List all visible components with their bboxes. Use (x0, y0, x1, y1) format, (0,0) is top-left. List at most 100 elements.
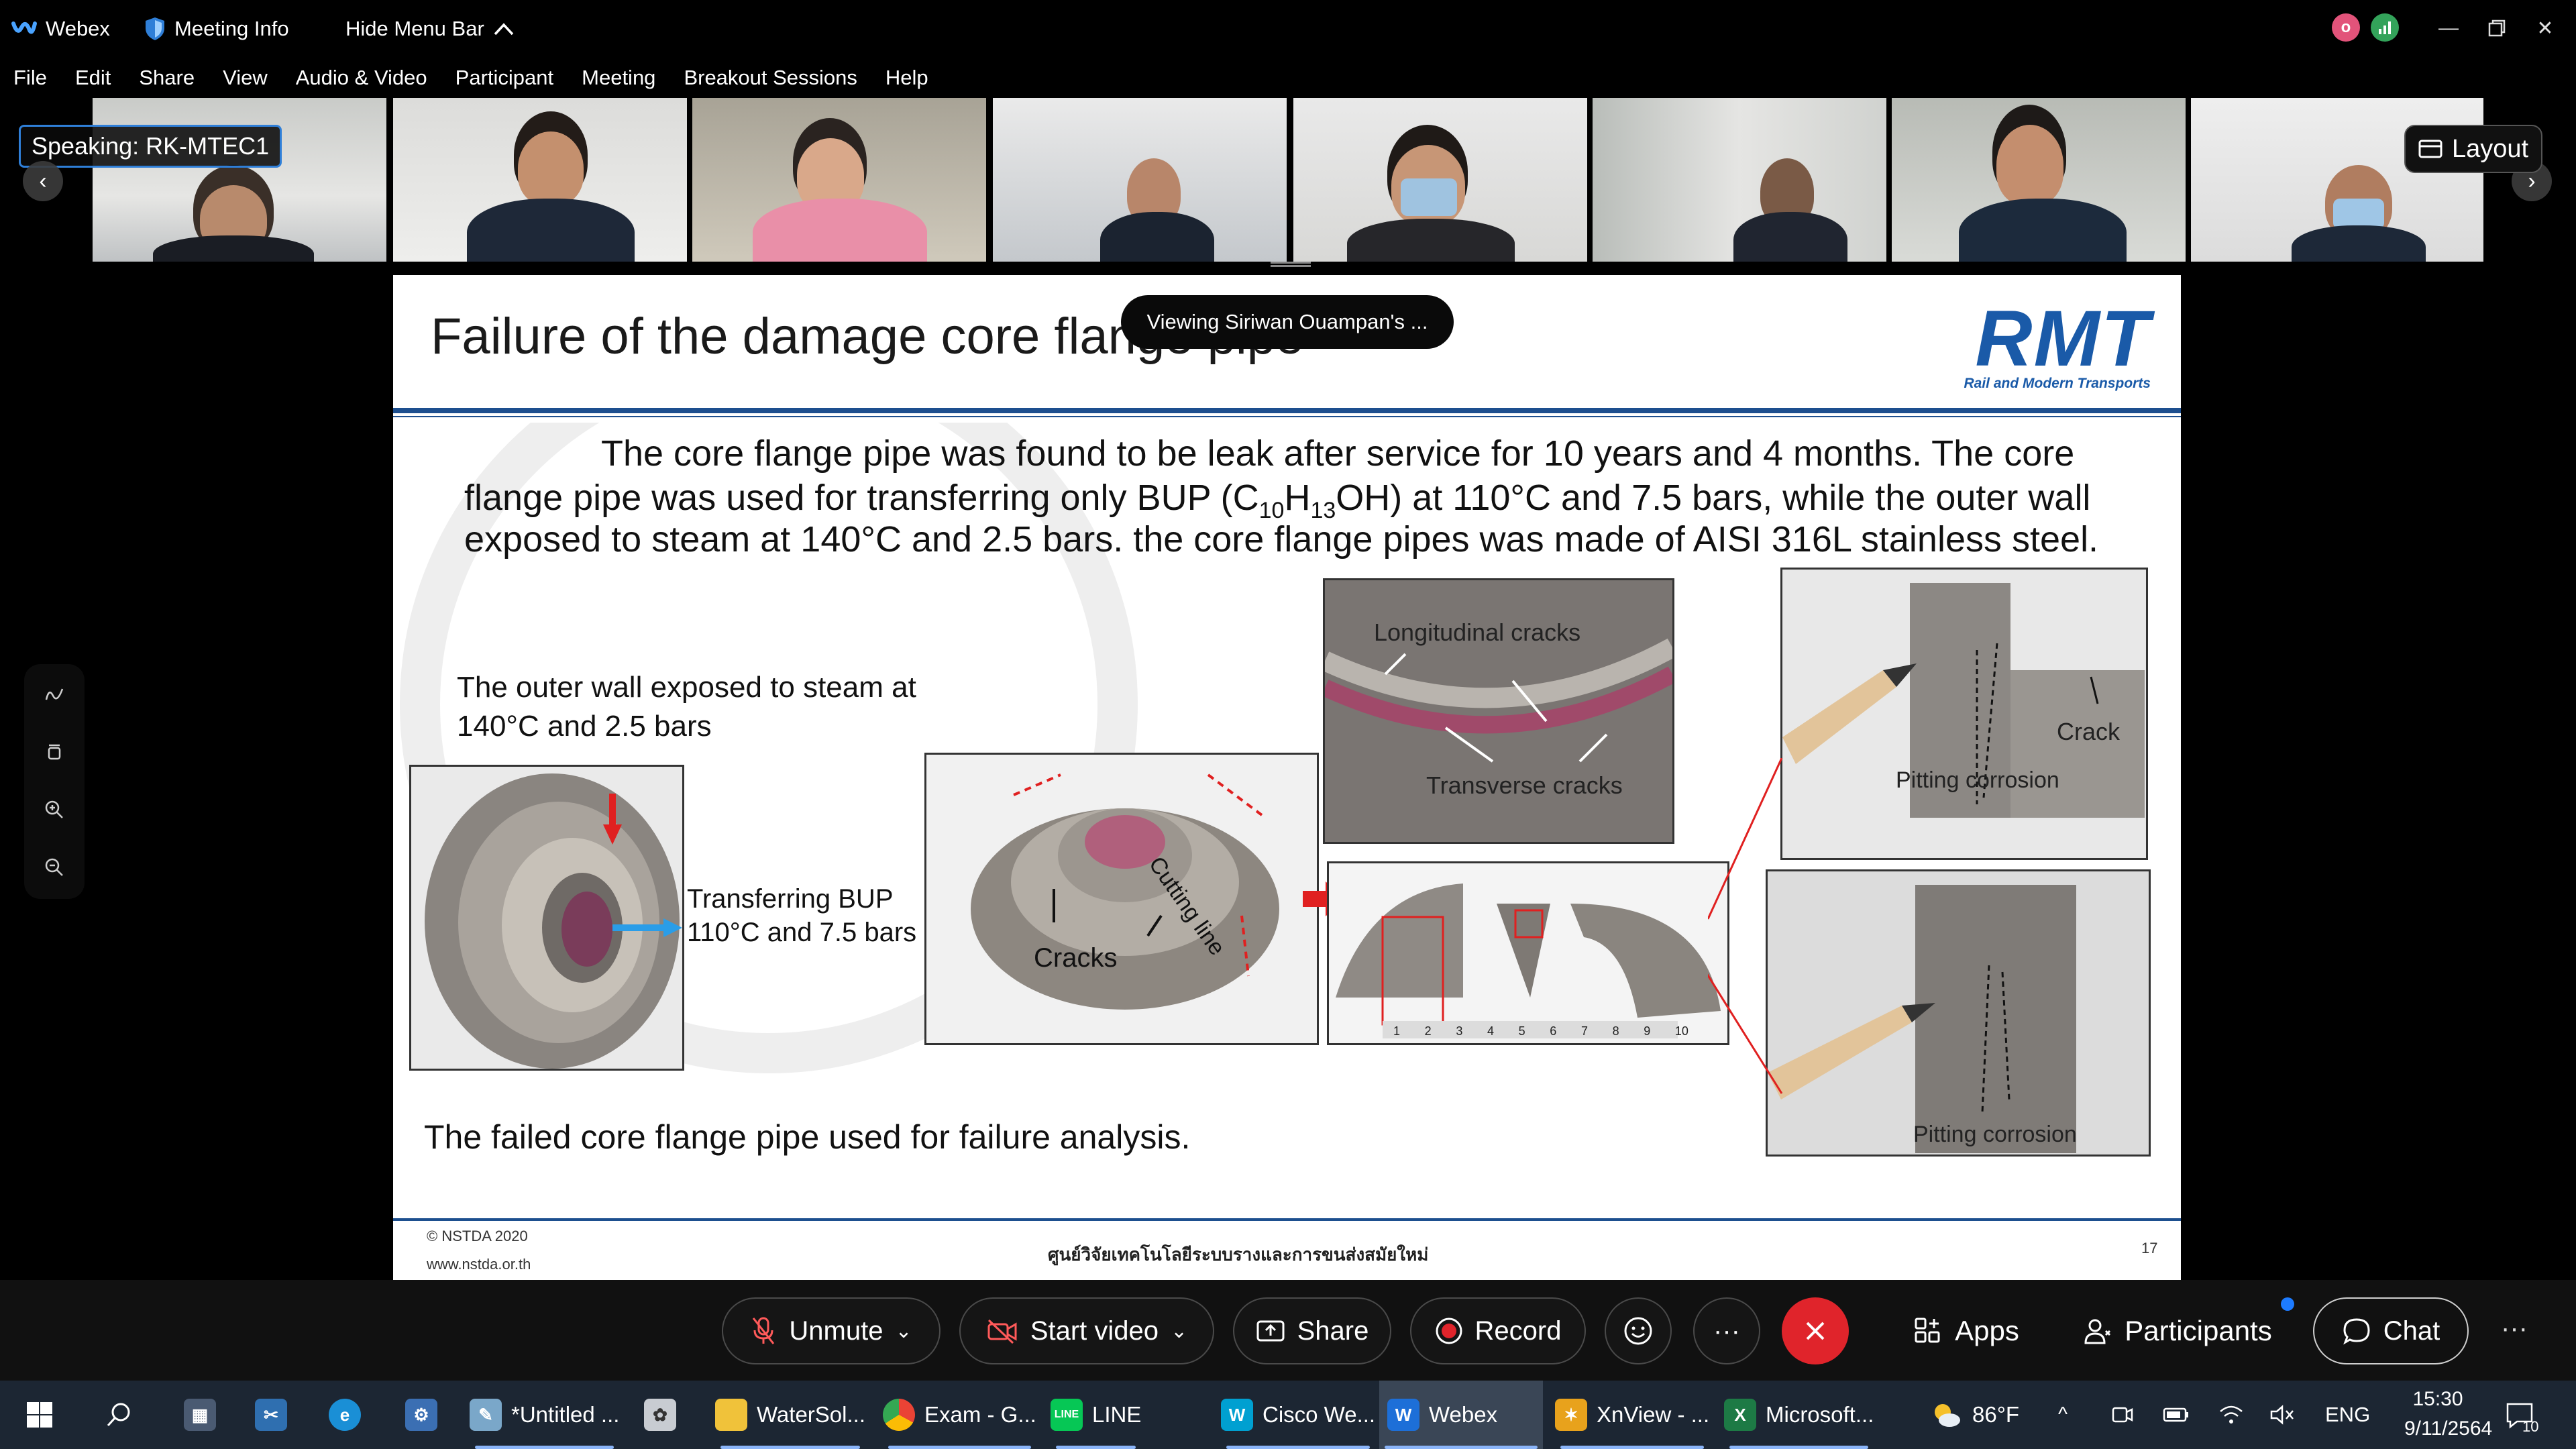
taskbar-item-label: *Untitled ... (511, 1402, 620, 1427)
taskbar-file-explorer[interactable]: WaterSol... (715, 1381, 865, 1449)
taskbar-line[interactable]: LINE LINE (1051, 1381, 1141, 1449)
input-language[interactable]: ENG (2325, 1381, 2370, 1449)
unmute-button[interactable]: Unmute ⌄ (722, 1297, 941, 1364)
restore-icon[interactable] (2477, 8, 2517, 48)
search-icon[interactable] (105, 1381, 133, 1449)
video-tile[interactable] (393, 98, 687, 262)
chat-button[interactable]: Chat (2313, 1297, 2469, 1364)
taskbar-excel[interactable]: X Microsoft... (1724, 1381, 1874, 1449)
transfer-label: 110°C and 7.5 bars (687, 918, 917, 947)
meeting-info-button[interactable]: Meeting Info (144, 0, 289, 58)
notifications-button[interactable]: 10 (2504, 1381, 2539, 1449)
chevron-left-icon[interactable]: ‹ (23, 161, 63, 201)
outer-wall-label: The outer wall exposed to steam at (457, 671, 916, 704)
pitting-illustration (1768, 885, 2076, 1153)
rmt-logo-subtitle: Rail and Modern Transports (1964, 376, 2151, 391)
end-call-button[interactable] (1782, 1297, 1849, 1364)
chevron-down-icon[interactable]: ⌄ (895, 1320, 912, 1343)
cracked-flange-photo (924, 753, 1319, 1045)
pitting-corrosion-label: Pitting corrosion (1896, 767, 2059, 793)
video-tile[interactable] (692, 98, 986, 262)
zoom-in-icon[interactable] (39, 794, 70, 825)
start-video-button[interactable]: Start video ⌄ (959, 1297, 1214, 1364)
apps-label: Apps (1955, 1315, 2019, 1346)
start-button[interactable] (25, 1381, 54, 1449)
reactions-button[interactable] (1605, 1297, 1672, 1364)
taskbar-webex-active[interactable]: W Webex (1379, 1381, 1543, 1449)
paint-icon[interactable]: ✿ (644, 1381, 676, 1449)
overflow-menu-icon[interactable]: ··· (2501, 1313, 2528, 1344)
cisco-webex-icon: W (1221, 1399, 1253, 1431)
pen-icon[interactable] (39, 679, 70, 710)
notification-count: 10 (2522, 1418, 2539, 1435)
menu-share[interactable]: Share (139, 66, 195, 90)
video-tile[interactable] (1593, 98, 1886, 262)
meet-now-icon[interactable] (2110, 1381, 2135, 1449)
menu-breakout-sessions[interactable]: Breakout Sessions (684, 66, 857, 90)
chevron-up-icon[interactable]: ^ (2058, 1381, 2068, 1449)
taskbar-chrome[interactable]: Exam - G... (883, 1381, 1036, 1449)
notification-dot (2281, 1297, 2294, 1311)
more-options-button[interactable]: ··· (1693, 1297, 1760, 1364)
clock-date: 9/11/2564 (2404, 1417, 2493, 1440)
wifi-icon[interactable] (2218, 1381, 2245, 1449)
outer-wall-label: 140°C and 2.5 bars (457, 710, 712, 743)
video-tile[interactable] (993, 98, 1287, 262)
menu-bar: File Edit Share View Audio & Video Parti… (0, 58, 2576, 98)
minimize-icon[interactable]: — (2428, 8, 2469, 48)
menu-audio-video[interactable]: Audio & Video (296, 66, 427, 90)
video-tile[interactable] (2191, 98, 2483, 262)
record-button[interactable]: Record (1410, 1297, 1586, 1364)
apps-icon (1915, 1318, 1940, 1343)
video-tile[interactable] (1293, 98, 1587, 262)
menu-help[interactable]: Help (885, 66, 928, 90)
layout-button[interactable]: Layout (2404, 125, 2542, 173)
viewing-share-toast: Viewing Siriwan Ouampan's ... (1121, 295, 1454, 349)
taskbar-notepad[interactable]: ✎ *Untitled ... (470, 1381, 619, 1449)
longitudinal-cracks-label: Longitudinal cracks (1374, 619, 1581, 646)
menu-edit[interactable]: Edit (75, 66, 111, 90)
participants-button[interactable]: Participants (2077, 1297, 2278, 1364)
line-app-icon: LINE (1051, 1399, 1083, 1431)
snipping-tool-icon[interactable]: ✂ (255, 1381, 287, 1449)
clock[interactable]: 15:30 9/11/2564 (2404, 1385, 2493, 1444)
apps-button[interactable]: Apps (1905, 1297, 2027, 1364)
share-button[interactable]: Share (1233, 1297, 1391, 1364)
taskbar-item-label: Webex (1429, 1402, 1498, 1427)
rmt-logo-text: RMT (1975, 294, 2151, 383)
edge-browser-icon[interactable]: e (329, 1381, 361, 1449)
taskbar-xnview[interactable]: ✶ XnView - ... (1555, 1381, 1709, 1449)
chrome-icon (883, 1399, 915, 1431)
annotation-toolbar (24, 664, 85, 899)
network-app-icon[interactable]: ⚙ (405, 1381, 437, 1449)
battery-icon[interactable] (2163, 1381, 2190, 1449)
zoom-out-icon[interactable] (39, 852, 70, 883)
eraser-icon[interactable] (39, 737, 70, 767)
resize-handle[interactable] (1271, 262, 1311, 267)
weather-widget[interactable]: 86°F (1929, 1381, 2019, 1449)
video-tile[interactable] (93, 98, 386, 262)
participants-icon (2084, 1319, 2111, 1344)
taskbar-item-label: Exam - G... (924, 1402, 1036, 1427)
status-indicator-icon[interactable]: o (2332, 13, 2360, 42)
menu-file[interactable]: File (13, 66, 47, 90)
flange-photo (409, 765, 684, 1071)
chevron-down-icon[interactable]: ⌄ (1171, 1320, 1187, 1343)
footer-website: www.nstda.or.th (427, 1256, 531, 1273)
taskbar-item-label: Cisco We... (1263, 1402, 1376, 1427)
muted-mic-icon (753, 1317, 775, 1344)
sectioned-pieces-illustration (1336, 883, 1721, 1038)
video-tile[interactable] (1892, 98, 2186, 262)
close-icon[interactable]: ✕ (2525, 8, 2565, 48)
shared-slide: Failure of the damage core flange pipe R… (393, 275, 2181, 1280)
hide-menu-bar-button[interactable]: Hide Menu Bar (345, 0, 515, 58)
network-health-icon[interactable] (2371, 13, 2399, 42)
menu-view[interactable]: View (223, 66, 268, 90)
calculator-icon[interactable]: ▦ (184, 1381, 216, 1449)
volume-muted-icon[interactable] (2269, 1381, 2296, 1449)
unmute-label: Unmute (789, 1316, 883, 1346)
taskbar-cisco-webex[interactable]: W Cisco We... (1221, 1381, 1375, 1449)
layout-label: Layout (2451, 134, 2529, 163)
menu-participant[interactable]: Participant (455, 66, 553, 90)
menu-meeting[interactable]: Meeting (582, 66, 655, 90)
